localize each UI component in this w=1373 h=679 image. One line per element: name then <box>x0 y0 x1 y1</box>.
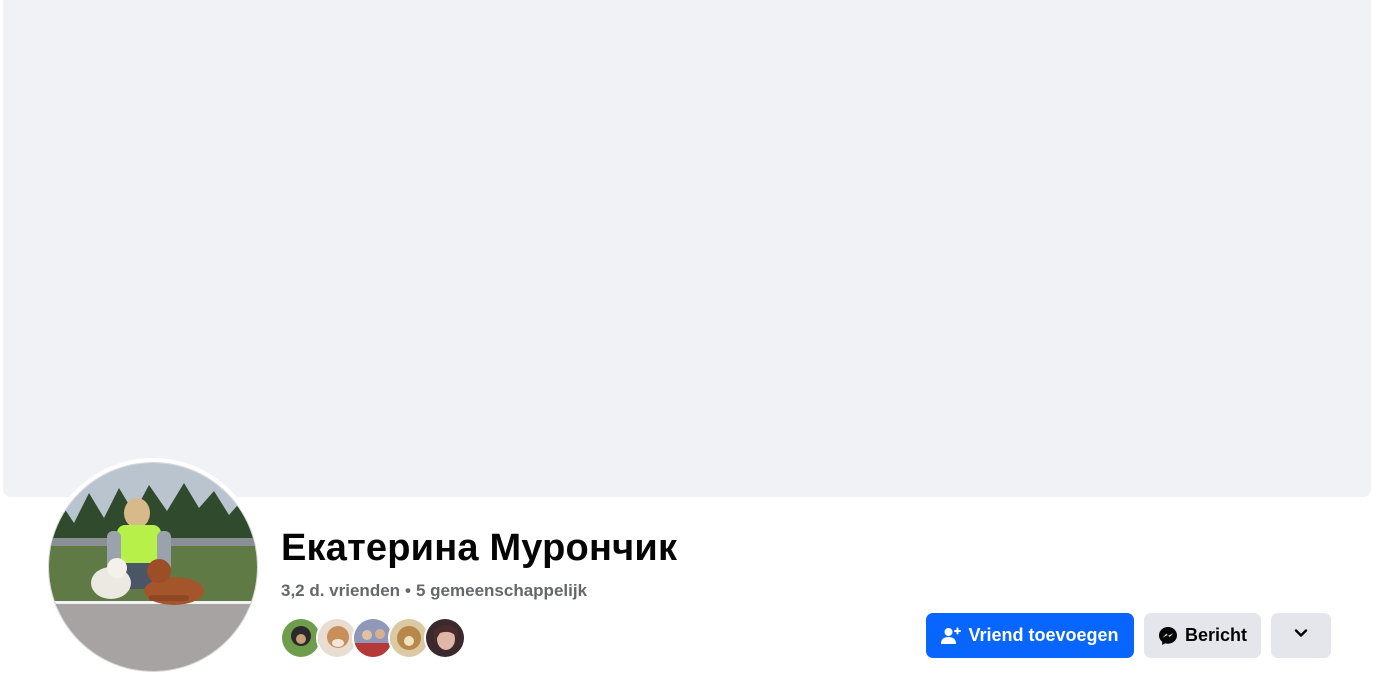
mutual-friends-avatars <box>280 617 466 659</box>
profile-photo-image <box>49 463 257 671</box>
meta-separator: • <box>405 581 411 600</box>
person-plus-icon <box>941 626 962 646</box>
mutual-avatar-5-image <box>426 619 464 657</box>
more-options-button[interactable] <box>1271 613 1331 658</box>
mutual-avatar-2-image <box>318 619 356 657</box>
mutual-avatar-1-image <box>282 619 320 657</box>
profile-picture[interactable] <box>48 462 258 672</box>
profile-picture-ring <box>44 458 262 676</box>
profile-name: Екатерина Мурончик <box>281 527 678 569</box>
cover-photo[interactable] <box>3 0 1371 497</box>
add-friend-label: Vriend toevoegen <box>968 625 1119 645</box>
chevron-down-icon <box>1293 625 1309 646</box>
mutual-avatar-4-image <box>390 619 428 657</box>
mutual-avatar-3-image <box>354 619 392 657</box>
messenger-icon <box>1158 626 1178 646</box>
friends-count-link[interactable]: 3,2 d. vrienden <box>281 581 400 600</box>
mutual-friend-avatar[interactable] <box>424 617 466 659</box>
profile-meta: 3,2 d. vrienden • 5 gemeenschappelijk <box>281 581 587 601</box>
add-friend-button[interactable]: Vriend toevoegen <box>926 613 1134 658</box>
message-button[interactable]: Bericht <box>1144 613 1261 658</box>
mutual-friends-link[interactable]: 5 gemeenschappelijk <box>416 581 587 600</box>
message-label: Bericht <box>1184 625 1247 645</box>
